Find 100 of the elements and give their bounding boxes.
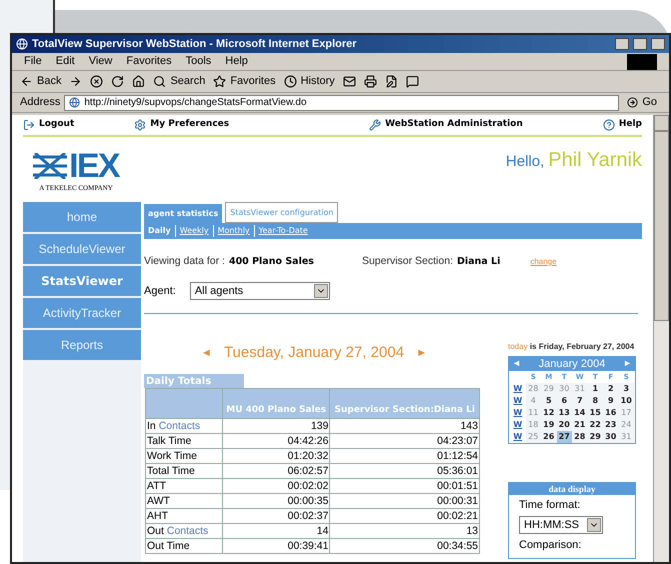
table-cell: 00:02:02 [222, 478, 330, 494]
stop-button[interactable] [90, 75, 104, 88]
minimize-button[interactable] [615, 38, 629, 50]
viewing-label: Viewing data for : [144, 254, 225, 269]
column-header: Supervisor Section:Diana Li [330, 388, 480, 419]
discuss-button[interactable] [406, 75, 419, 88]
settings-icon [134, 119, 146, 131]
chat-icon [406, 75, 419, 88]
top-link[interactable]: My Preferences [134, 118, 230, 132]
week-link[interactable]: W [510, 418, 526, 431]
maximize-button[interactable] [633, 38, 647, 50]
table-cell: 00:39:41 [222, 538, 330, 554]
panel-title: data display [509, 482, 635, 495]
clock-icon [284, 75, 297, 88]
agent-label: Agent: [144, 284, 176, 298]
search-button[interactable]: Search [153, 73, 206, 90]
table-cell: 06:02:57 [222, 464, 330, 479]
close-button[interactable] [651, 38, 665, 50]
page-icon [69, 97, 80, 108]
mail-icon [342, 75, 356, 88]
week-link[interactable]: W [510, 430, 526, 443]
home-button[interactable] [132, 75, 146, 88]
table-cell: 00:01:51 [330, 478, 480, 494]
calendar-day[interactable]: 14 [572, 406, 588, 419]
menu-item[interactable]: Tools [186, 53, 212, 70]
forward-button[interactable] [69, 75, 82, 88]
table-cell: 01:12:54 [330, 448, 480, 464]
contacts-link[interactable]: Contacts [166, 524, 208, 537]
search-icon [153, 75, 166, 88]
viewing-value: 400 Plano Sales [228, 254, 314, 269]
home-icon [132, 75, 146, 88]
time-format-select[interactable]: HH:MM:SS [519, 516, 603, 534]
calendar-day[interactable]: 28 [572, 430, 588, 443]
menu-item[interactable]: View [88, 53, 112, 70]
week-link[interactable]: W [510, 406, 526, 419]
table-cell: 04:23:07 [330, 434, 480, 449]
date-heading: Tuesday, January 27, 2004 [224, 342, 404, 363]
edit-button[interactable] [384, 75, 398, 88]
edit-icon [384, 75, 398, 88]
history-button[interactable]: History [284, 73, 335, 90]
table-cell: 143 [330, 418, 480, 434]
table-cell: 14 [222, 524, 330, 539]
table-cell: 13 [330, 524, 480, 539]
top-link[interactable]: Logout [23, 118, 74, 132]
top-link[interactable]: Help [602, 118, 642, 132]
printer-icon [364, 75, 377, 88]
address-field[interactable]: http://ninety9/supvops/changeStatsFormatView.do [64, 94, 620, 110]
calendar-day[interactable]: 19 [541, 418, 556, 431]
today-text: today is Friday, February 27, 2004 [508, 342, 636, 351]
calendar-day[interactable]: 7 [572, 394, 588, 407]
back-button[interactable]: Back [20, 73, 62, 90]
wrench-icon [369, 119, 382, 131]
table-cell: 00:02:37 [222, 508, 330, 524]
contacts-link[interactable]: Contacts [158, 420, 200, 432]
comparison-label: Comparison: [519, 538, 582, 554]
calendar-day[interactable]: 16 [603, 406, 618, 419]
forward-arrow-icon [69, 75, 82, 88]
stop-icon [90, 75, 104, 88]
go-button[interactable]: Go [623, 94, 661, 111]
table-cell: 00:00:31 [330, 494, 480, 509]
calendar-day[interactable]: 23 [603, 418, 618, 431]
top-link[interactable]: WebStation Administration [369, 118, 523, 132]
logout-icon [23, 119, 35, 131]
row-label: Total Time [147, 464, 195, 477]
agent-select[interactable]: All agents [190, 282, 330, 300]
menu-item[interactable]: Favorites [126, 53, 172, 70]
week-link[interactable]: W [510, 394, 526, 407]
calendar-day[interactable]: 21 [572, 418, 588, 431]
favorites-button[interactable]: Favorites [213, 73, 276, 90]
browser-icon [16, 38, 28, 50]
column-header: MU 400 Plano Sales [222, 388, 330, 419]
row-label: AWT [147, 494, 170, 507]
calendar-day[interactable]: 9 [603, 394, 618, 407]
refresh-button[interactable] [111, 75, 124, 88]
week-link[interactable]: W [510, 382, 526, 395]
calendar-day[interactable]: 5 [541, 394, 556, 407]
back-arrow-icon [20, 75, 33, 88]
section-value: Diana Li [456, 254, 500, 269]
calendar-day[interactable]: 30 [603, 430, 618, 443]
calendar-day[interactable]: 12 [541, 406, 556, 419]
table-cell: 00:34:55 [330, 538, 480, 554]
row-label: AHT [147, 510, 168, 522]
address-label: Address [20, 95, 60, 110]
calendar-day[interactable]: 2 [603, 382, 618, 395]
calendar-day[interactable]: 3 [618, 382, 634, 395]
print-button[interactable] [364, 75, 377, 88]
row-label: Talk Time [147, 434, 192, 447]
scrollbar[interactable] [653, 115, 669, 562]
menu-item[interactable]: File [24, 53, 42, 70]
section-label: Supervisor Section: [362, 254, 453, 269]
calendar-day[interactable]: 26 [541, 430, 556, 443]
row-label: Work Time [147, 450, 197, 462]
table-cell: 04:42:26 [222, 434, 330, 449]
refresh-icon [111, 75, 124, 88]
calendar-day[interactable]: 1 [588, 382, 603, 395]
menu-item[interactable]: Help [225, 53, 248, 70]
mail-button[interactable] [342, 75, 356, 88]
menu-item[interactable]: Edit [56, 53, 75, 70]
row-label: ATT [147, 480, 166, 492]
logo-mark-icon [33, 153, 68, 179]
